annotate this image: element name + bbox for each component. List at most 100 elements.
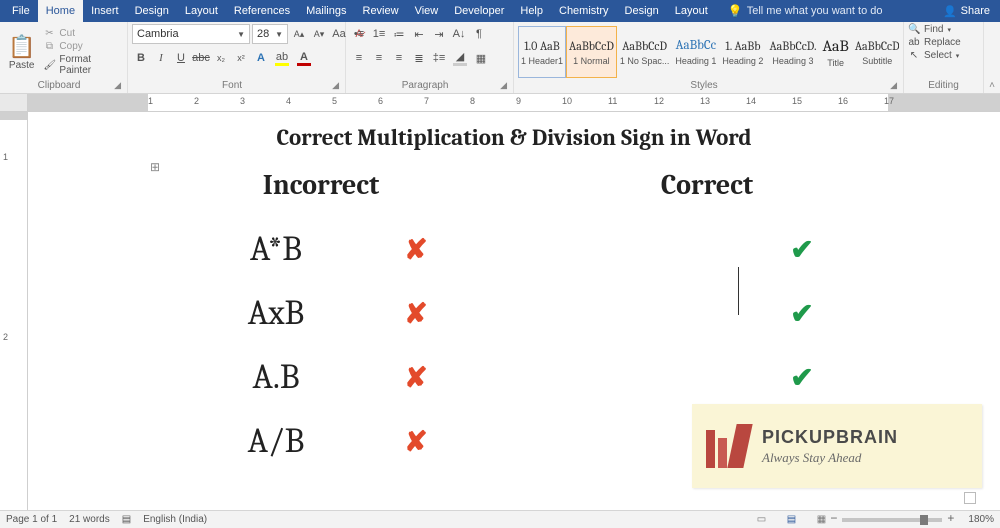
sort-button[interactable]: A↓ [450,24,468,44]
font-launcher-icon[interactable]: ◢ [332,80,339,91]
cross-icon: ✘ [386,297,446,330]
chevron-down-icon: ▾ [956,52,960,60]
font-color-icon: A [300,51,308,63]
status-language[interactable]: English (India) [143,514,207,525]
select-button[interactable]: ↖ Select ▾ [908,50,959,61]
bold-button[interactable]: B [132,48,150,68]
tab-design-2[interactable]: Design [617,0,667,22]
style-title[interactable]: AaBTitle [819,26,851,78]
paragraph-launcher-icon[interactable]: ◢ [500,80,507,91]
ruler-mark: 3 [240,96,245,106]
spellcheck-icon[interactable]: ▤ [122,514,131,525]
styles-launcher-icon[interactable]: ◢ [890,80,897,91]
editing-group-label: Editing [928,80,959,91]
tab-mailings[interactable]: Mailings [298,0,354,22]
ruler-mark: 14 [746,96,756,106]
collapse-ribbon-icon[interactable]: ˄ [989,80,995,91]
strikethrough-button[interactable]: abc [192,48,210,68]
read-mode-button[interactable]: ▭ [752,514,770,525]
align-left-button[interactable]: ≡ [350,48,368,68]
tab-design[interactable]: Design [127,0,177,22]
highlight-button[interactable]: ab [272,48,292,68]
tab-insert[interactable]: Insert [83,0,127,22]
text-effects-button[interactable]: A [252,48,270,68]
format-painter-button[interactable]: 🖌 Format Painter [43,54,123,76]
ruler-mark: 4 [286,96,291,106]
zoom-level[interactable]: 180% [968,514,994,525]
tab-help[interactable]: Help [512,0,551,22]
tab-references[interactable]: References [226,0,298,22]
italic-button[interactable]: I [152,48,170,68]
anchor-icon: ⊞ [150,160,160,174]
style-heading-1[interactable]: AaBbCcHeading 1 [672,26,719,78]
multilevel-list-button[interactable]: ≔ [390,24,408,44]
tab-developer[interactable]: Developer [446,0,512,22]
ruler-mark: 15 [792,96,802,106]
table-resize-handle[interactable] [964,492,976,504]
shading-swatch [453,63,467,66]
zoom-thumb[interactable] [920,515,928,525]
expression: AxB [196,293,356,333]
tab-layout-2[interactable]: Layout [667,0,716,22]
style-1-no-spac-[interactable]: AaBbCcD1 No Spac... [617,26,673,78]
ruler-row: 1234567891011121314151617 [0,94,1000,112]
ribbon-tabs: File Home Insert Design Layout Reference… [4,0,716,22]
font-size-combobox[interactable]: 28 ▼ [252,24,288,44]
grow-font-button[interactable]: A▴ [290,24,308,44]
tab-home[interactable]: Home [38,0,83,22]
styles-group-label: Styles [690,80,717,91]
chevron-down-icon: ▼ [237,30,245,39]
print-layout-button[interactable]: ▤ [782,514,800,525]
superscript-button[interactable]: x² [232,48,250,68]
share-button[interactable]: 👤 Share [943,5,996,18]
style-heading-3[interactable]: AaBbCcD.Heading 3 [766,26,819,78]
bullets-button[interactable]: •≡ [350,24,368,44]
underline-button[interactable]: U [172,48,190,68]
style-1-normal[interactable]: AaBbCcD1 Normal [566,26,617,78]
web-layout-button[interactable]: ▦ [812,514,830,525]
status-word-count[interactable]: 21 words [69,514,110,525]
cut-button[interactable]: ✂ Cut [43,28,123,39]
horizontal-ruler[interactable]: 1234567891011121314151617 [28,94,1000,111]
replace-button[interactable]: ab Replace [908,37,961,48]
line-spacing-button[interactable]: ‡≡ [430,48,448,68]
copy-button[interactable]: ⧉ Copy [43,41,123,52]
borders-button[interactable]: ▦ [472,48,490,68]
style-subtitle[interactable]: AaBbCcDSubtitle [852,26,899,78]
tab-review[interactable]: Review [355,0,407,22]
tab-view[interactable]: View [407,0,447,22]
style-heading-2[interactable]: 1. AaBbHeading 2 [719,26,766,78]
font-color-button[interactable]: A [294,48,314,68]
zoom-slider[interactable]: − + [842,518,942,522]
numbering-button[interactable]: 1≡ [370,24,388,44]
cross-icon: ✘ [386,425,446,458]
ruler-mark: 2 [194,96,199,106]
tab-chemistry[interactable]: Chemistry [551,0,617,22]
page-surface[interactable]: Correct Multiplication & Division Sign i… [28,112,1000,510]
align-right-button[interactable]: ≡ [390,48,408,68]
zoom-out-button[interactable]: − [830,511,837,525]
shrink-font-button[interactable]: A▾ [310,24,328,44]
decrease-indent-button[interactable]: ⇤ [410,24,428,44]
ruler-mark: 10 [562,96,572,106]
justify-button[interactable]: ≣ [410,48,428,68]
subscript-button[interactable]: x₂ [212,48,230,68]
tell-me-search[interactable]: 💡 Tell me what you want to do [728,4,883,18]
show-marks-button[interactable]: ¶ [470,24,488,44]
zoom-in-button[interactable]: + [947,511,954,525]
chevron-down-icon: ▾ [947,26,951,34]
shading-button[interactable]: ◢ [450,48,470,68]
copy-icon: ⧉ [43,41,55,52]
status-page[interactable]: Page 1 of 1 [6,514,57,525]
expression: A.B [196,357,356,397]
tab-file[interactable]: File [4,0,38,22]
paste-button[interactable]: 📋 Paste [4,32,39,73]
align-center-button[interactable]: ≡ [370,48,388,68]
clipboard-launcher-icon[interactable]: ◢ [114,80,121,91]
increase-indent-button[interactable]: ⇥ [430,24,448,44]
style-1-header1[interactable]: 1.0 AaB1 Header1 [518,26,566,78]
vertical-ruler[interactable]: 12 [0,112,28,510]
find-button[interactable]: 🔍 Find ▾ [908,24,951,35]
font-name-combobox[interactable]: Cambria ▼ [132,24,250,44]
tab-layout[interactable]: Layout [177,0,226,22]
